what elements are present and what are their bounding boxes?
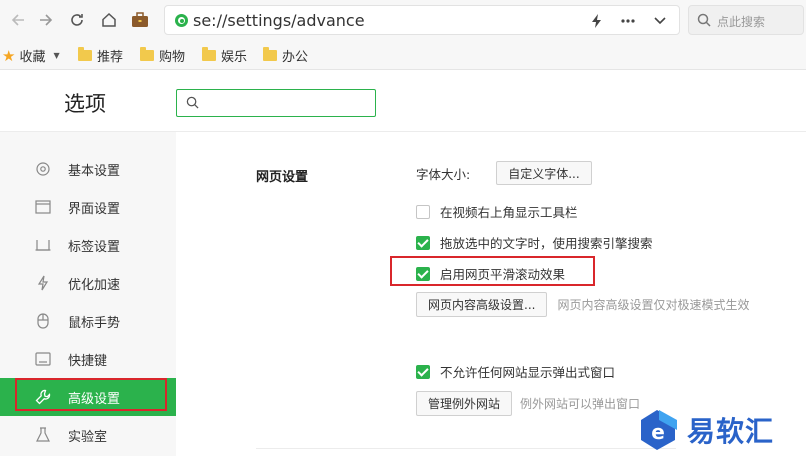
briefcase-icon[interactable] xyxy=(128,8,152,32)
bookmark-folder[interactable]: 娱乐 xyxy=(202,46,247,65)
bookmark-folder[interactable]: 购物 xyxy=(140,46,185,65)
font-size-row: 字体大小: 自定义字体... xyxy=(416,161,592,185)
reload-icon[interactable] xyxy=(65,8,89,32)
bookmark-folder-label: 购物 xyxy=(159,50,186,65)
gear-icon xyxy=(35,161,51,177)
option-row[interactable]: 拖放选中的文字时，使用搜索引擎搜索 xyxy=(416,233,653,252)
watermark-logo: e xyxy=(637,408,681,452)
lightning-icon[interactable] xyxy=(586,10,608,32)
flask-icon xyxy=(35,427,51,443)
highlight-box xyxy=(390,256,595,286)
sidebar-item-basic[interactable]: 基本设置 xyxy=(0,150,176,188)
search-icon xyxy=(186,96,199,113)
section-title: 网页设置 xyxy=(256,170,309,185)
tab-icon xyxy=(35,237,51,253)
divider xyxy=(256,448,676,449)
sidebar-item-label: 鼠标手势 xyxy=(68,315,121,331)
sidebar-item-shortcuts[interactable]: 快捷键 xyxy=(0,340,176,378)
folder-icon xyxy=(263,47,277,61)
bookmark-folder[interactable]: 推荐 xyxy=(78,46,123,65)
folder-icon xyxy=(78,47,92,61)
highlight-box xyxy=(15,378,167,411)
chevron-down-icon[interactable] xyxy=(649,10,671,32)
favorites-menu[interactable]: ★ 收藏 ▼ xyxy=(2,46,60,66)
browser-search-box[interactable]: 点此搜索 xyxy=(688,5,804,35)
star-icon: ★ xyxy=(2,46,16,65)
bookmark-folder[interactable]: 办公 xyxy=(263,46,308,65)
sidebar-item-lab[interactable]: 实验室 xyxy=(0,416,176,454)
advanced-content-settings-button[interactable]: 网页内容高级设置... xyxy=(416,292,548,317)
font-size-label: 字体大小: xyxy=(416,166,471,182)
settings-search-field[interactable] xyxy=(176,89,376,117)
svg-text:e: e xyxy=(651,420,665,444)
option-row[interactable]: 不允许任何网站显示弹出式窗口 xyxy=(416,362,615,381)
bookmark-folder-label: 推荐 xyxy=(97,50,124,65)
address-bar[interactable]: se://settings/advance xyxy=(164,5,680,35)
custom-font-button[interactable]: 自定义字体... xyxy=(496,161,592,185)
favorites-label: 收藏 xyxy=(19,50,46,65)
option-label: 拖放选中的文字时，使用搜索引擎搜索 xyxy=(440,236,653,251)
search-icon xyxy=(697,13,711,31)
home-icon[interactable] xyxy=(97,8,121,32)
sidebar-item-optimize[interactable]: 优化加速 xyxy=(0,264,176,302)
window-icon xyxy=(35,199,51,215)
url-text[interactable]: se://settings/advance xyxy=(193,11,365,30)
sidebar-item-label: 优化加速 xyxy=(68,277,121,293)
secure-icon xyxy=(175,14,188,27)
advanced-content-row: 网页内容高级设置... 网页内容高级设置仅对极速模式生效 xyxy=(416,292,749,317)
bookmark-folder-label: 办公 xyxy=(282,50,309,65)
keyboard-icon xyxy=(35,351,51,367)
option-row[interactable]: 在视频右上角显示工具栏 xyxy=(416,202,578,221)
forward-icon[interactable] xyxy=(34,8,58,32)
search-placeholder: 点此搜索 xyxy=(717,15,766,29)
bookmarks-bar: ★ 收藏 ▼ 推荐 购物 娱乐 办公 xyxy=(0,40,806,70)
sidebar-item-label: 快捷键 xyxy=(68,353,108,369)
caret-down-icon: ▼ xyxy=(53,51,60,60)
sidebar-item-interface[interactable]: 界面设置 xyxy=(0,188,176,226)
back-icon[interactable] xyxy=(6,8,30,32)
folder-icon xyxy=(140,47,154,61)
watermark-text: 易软汇 xyxy=(687,415,775,448)
checkbox-checked[interactable] xyxy=(416,364,430,379)
option-label: 在视频右上角显示工具栏 xyxy=(440,205,578,220)
checkbox[interactable] xyxy=(416,204,430,219)
sidebar-item-label: 基本设置 xyxy=(68,163,121,179)
settings-search-input[interactable] xyxy=(203,93,371,113)
option-label: 不允许任何网站显示弹出式窗口 xyxy=(440,365,616,380)
lightning-icon xyxy=(35,275,51,291)
advanced-note: 网页内容高级设置仅对极速模式生效 xyxy=(557,298,750,312)
sidebar-item-tabs[interactable]: 标签设置 xyxy=(0,226,176,264)
mouse-icon xyxy=(35,313,51,329)
exceptions-note: 例外网站可以弹出窗口 xyxy=(520,397,641,411)
sidebar-item-label: 界面设置 xyxy=(68,201,121,217)
exceptions-row: 管理例外网站 例外网站可以弹出窗口 xyxy=(416,391,640,416)
browser-toolbar: se://settings/advance 点此搜索 xyxy=(0,0,806,40)
page-title: 选项 xyxy=(64,92,106,116)
folder-icon xyxy=(202,47,216,61)
sidebar-item-mouse-gestures[interactable]: 鼠标手势 xyxy=(0,302,176,340)
manage-exceptions-button[interactable]: 管理例外网站 xyxy=(416,391,513,416)
bookmark-folder-label: 娱乐 xyxy=(221,50,248,65)
watermark: e 易软汇 xyxy=(637,408,774,452)
more-icon[interactable] xyxy=(617,10,639,32)
checkbox-checked[interactable] xyxy=(416,235,430,250)
sidebar-item-label: 实验室 xyxy=(68,429,108,445)
sidebar-item-label: 标签设置 xyxy=(68,239,121,255)
